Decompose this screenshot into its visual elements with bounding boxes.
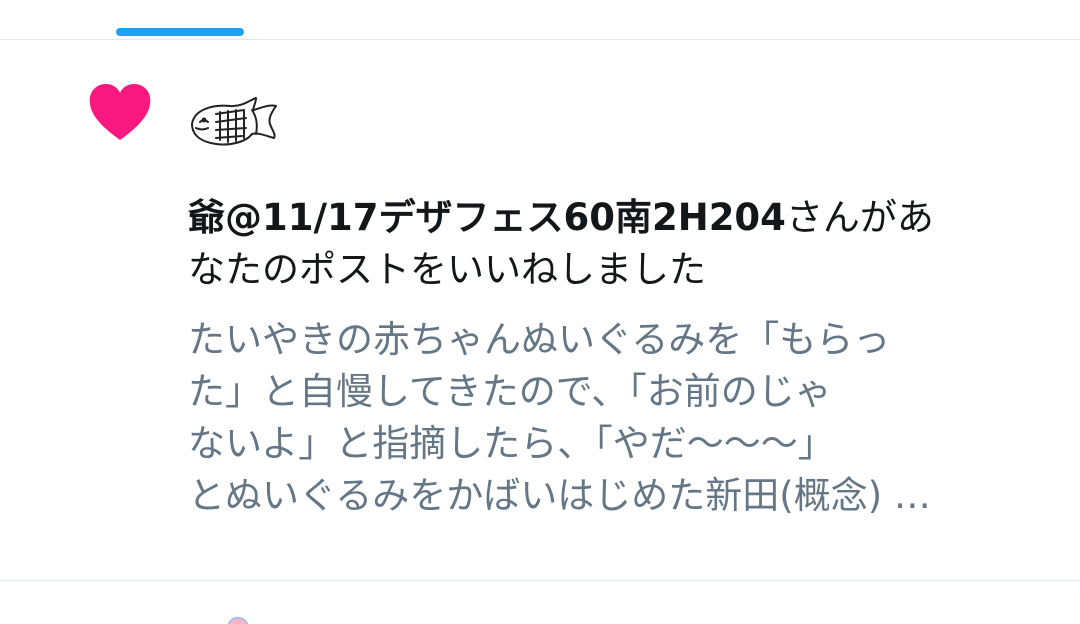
tweet-line: とぬいぐるみをかばいはじめた新田(概念) … (188, 474, 931, 517)
action-text-continued: なたのポストをいいねしました (188, 248, 706, 291)
action-text: さんがあ (785, 196, 934, 239)
like-notification[interactable]: 爺@11/17デザフェス60南2H204さんがあ なたのポストをいいねしました … (0, 0, 1080, 580)
liked-tweet-preview[interactable]: たいやきの赤ちゃんぬいぐるみを「もらっ た」と自慢してきたので、「お前のじゃ な… (188, 314, 1048, 522)
heart-icon (89, 84, 151, 140)
taiyaki-sketch-avatar[interactable] (186, 94, 278, 152)
bottom-divider (0, 580, 1080, 581)
notification-headline: 爺@11/17デザフェス60南2H204さんがあ なたのポストをいいねしました (188, 192, 1038, 296)
tweet-line: たいやきの赤ちゃんぬいぐるみを「もらっ (188, 318, 891, 361)
tweet-line: た」と自慢してきたので、「お前のじゃ (188, 370, 832, 413)
tweet-line: ないよ」と指摘したら、「やだ〜〜〜」 (188, 422, 835, 465)
next-notification-avatar[interactable] (208, 616, 268, 624)
user-name-link[interactable]: 爺@11/17デザフェス60南2H204 (188, 196, 786, 239)
